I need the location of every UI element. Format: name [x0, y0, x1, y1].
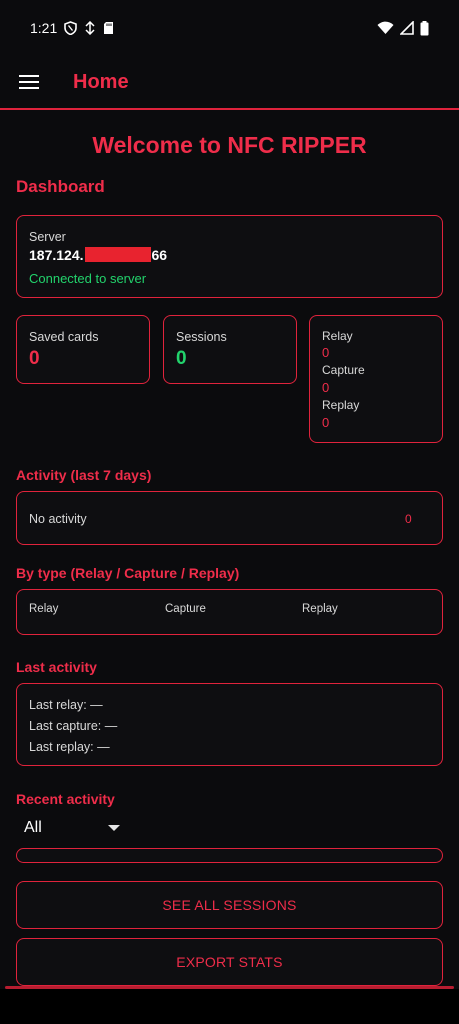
status-bar: 1:21: [0, 0, 459, 56]
activity-empty-text: No activity: [29, 512, 87, 526]
gesture-area: [0, 989, 459, 1024]
signal-icon: [400, 21, 414, 35]
dashboard-title: Dashboard: [16, 177, 105, 196]
relay-label: Relay: [322, 329, 353, 343]
capture-label: Capture: [322, 363, 365, 377]
dropdown-arrow-icon: [108, 825, 120, 831]
by-type-title: By type (Relay / Capture / Replay): [16, 565, 240, 581]
server-ip-prefix: 187.124.: [29, 247, 84, 263]
saved-cards-value: 0: [29, 348, 40, 369]
last-activity-title: Last activity: [16, 659, 97, 675]
status-time: 1:21: [30, 20, 58, 36]
replay-label: Replay: [322, 398, 360, 412]
by-type-capture: Capture: [165, 603, 206, 615]
wifi-icon: [377, 21, 394, 35]
welcome-heading: Welcome to NFC RIPPER: [92, 132, 367, 158]
nfc-icon: [84, 21, 96, 35]
recent-activity-title: Recent activity: [16, 791, 115, 807]
by-type-card: Relay Capture Replay: [16, 589, 443, 635]
page-title: Home: [73, 70, 129, 93]
sd-card-icon: [103, 21, 114, 35]
battery-icon: [420, 20, 429, 36]
server-address: 187.124. 66: [29, 247, 167, 263]
status-right: [377, 20, 429, 36]
activity-card: No activity 0: [16, 491, 443, 545]
see-all-sessions-button[interactable]: SEE ALL SESSIONS: [16, 881, 443, 929]
type-counts-card: Relay 0 Capture 0 Replay 0: [309, 315, 443, 443]
sessions-value: 0: [176, 348, 187, 369]
status-left: 1:21: [30, 20, 114, 36]
server-label: Server: [29, 230, 66, 244]
recent-filter-dropdown[interactable]: All: [16, 813, 128, 843]
relay-value: 0: [322, 345, 330, 360]
last-activity-card: Last relay: — Last capture: — Last repla…: [16, 683, 443, 766]
last-replay: Last replay: —: [29, 740, 110, 754]
last-capture: Last capture: —: [29, 719, 118, 733]
sessions-label: Sessions: [176, 330, 227, 344]
export-stats-button[interactable]: EXPORT STATS: [16, 938, 443, 986]
hamburger-icon: [19, 75, 39, 89]
capture-value: 0: [322, 380, 330, 395]
replay-value: 0: [322, 415, 330, 430]
saved-cards-label: Saved cards: [29, 330, 99, 344]
recent-filter-value: All: [24, 819, 42, 836]
app-bar: Home: [0, 56, 459, 110]
server-status: Connected to server: [29, 271, 147, 286]
by-type-relay: Relay: [29, 603, 59, 615]
server-card: Server 187.124. 66 Connected to server: [16, 215, 443, 298]
shield-icon: [64, 21, 78, 35]
redaction-block: [84, 247, 151, 262]
server-ip-suffix: 66: [151, 247, 168, 263]
activity-count: 0: [405, 512, 412, 526]
recent-activity-list: [16, 848, 443, 863]
activity-title: Activity (last 7 days): [16, 467, 152, 483]
last-relay: Last relay: —: [29, 698, 103, 712]
sessions-card: Sessions 0: [163, 315, 297, 384]
saved-cards-card: Saved cards 0: [16, 315, 150, 384]
menu-button[interactable]: [0, 55, 58, 109]
by-type-replay: Replay: [302, 603, 338, 615]
